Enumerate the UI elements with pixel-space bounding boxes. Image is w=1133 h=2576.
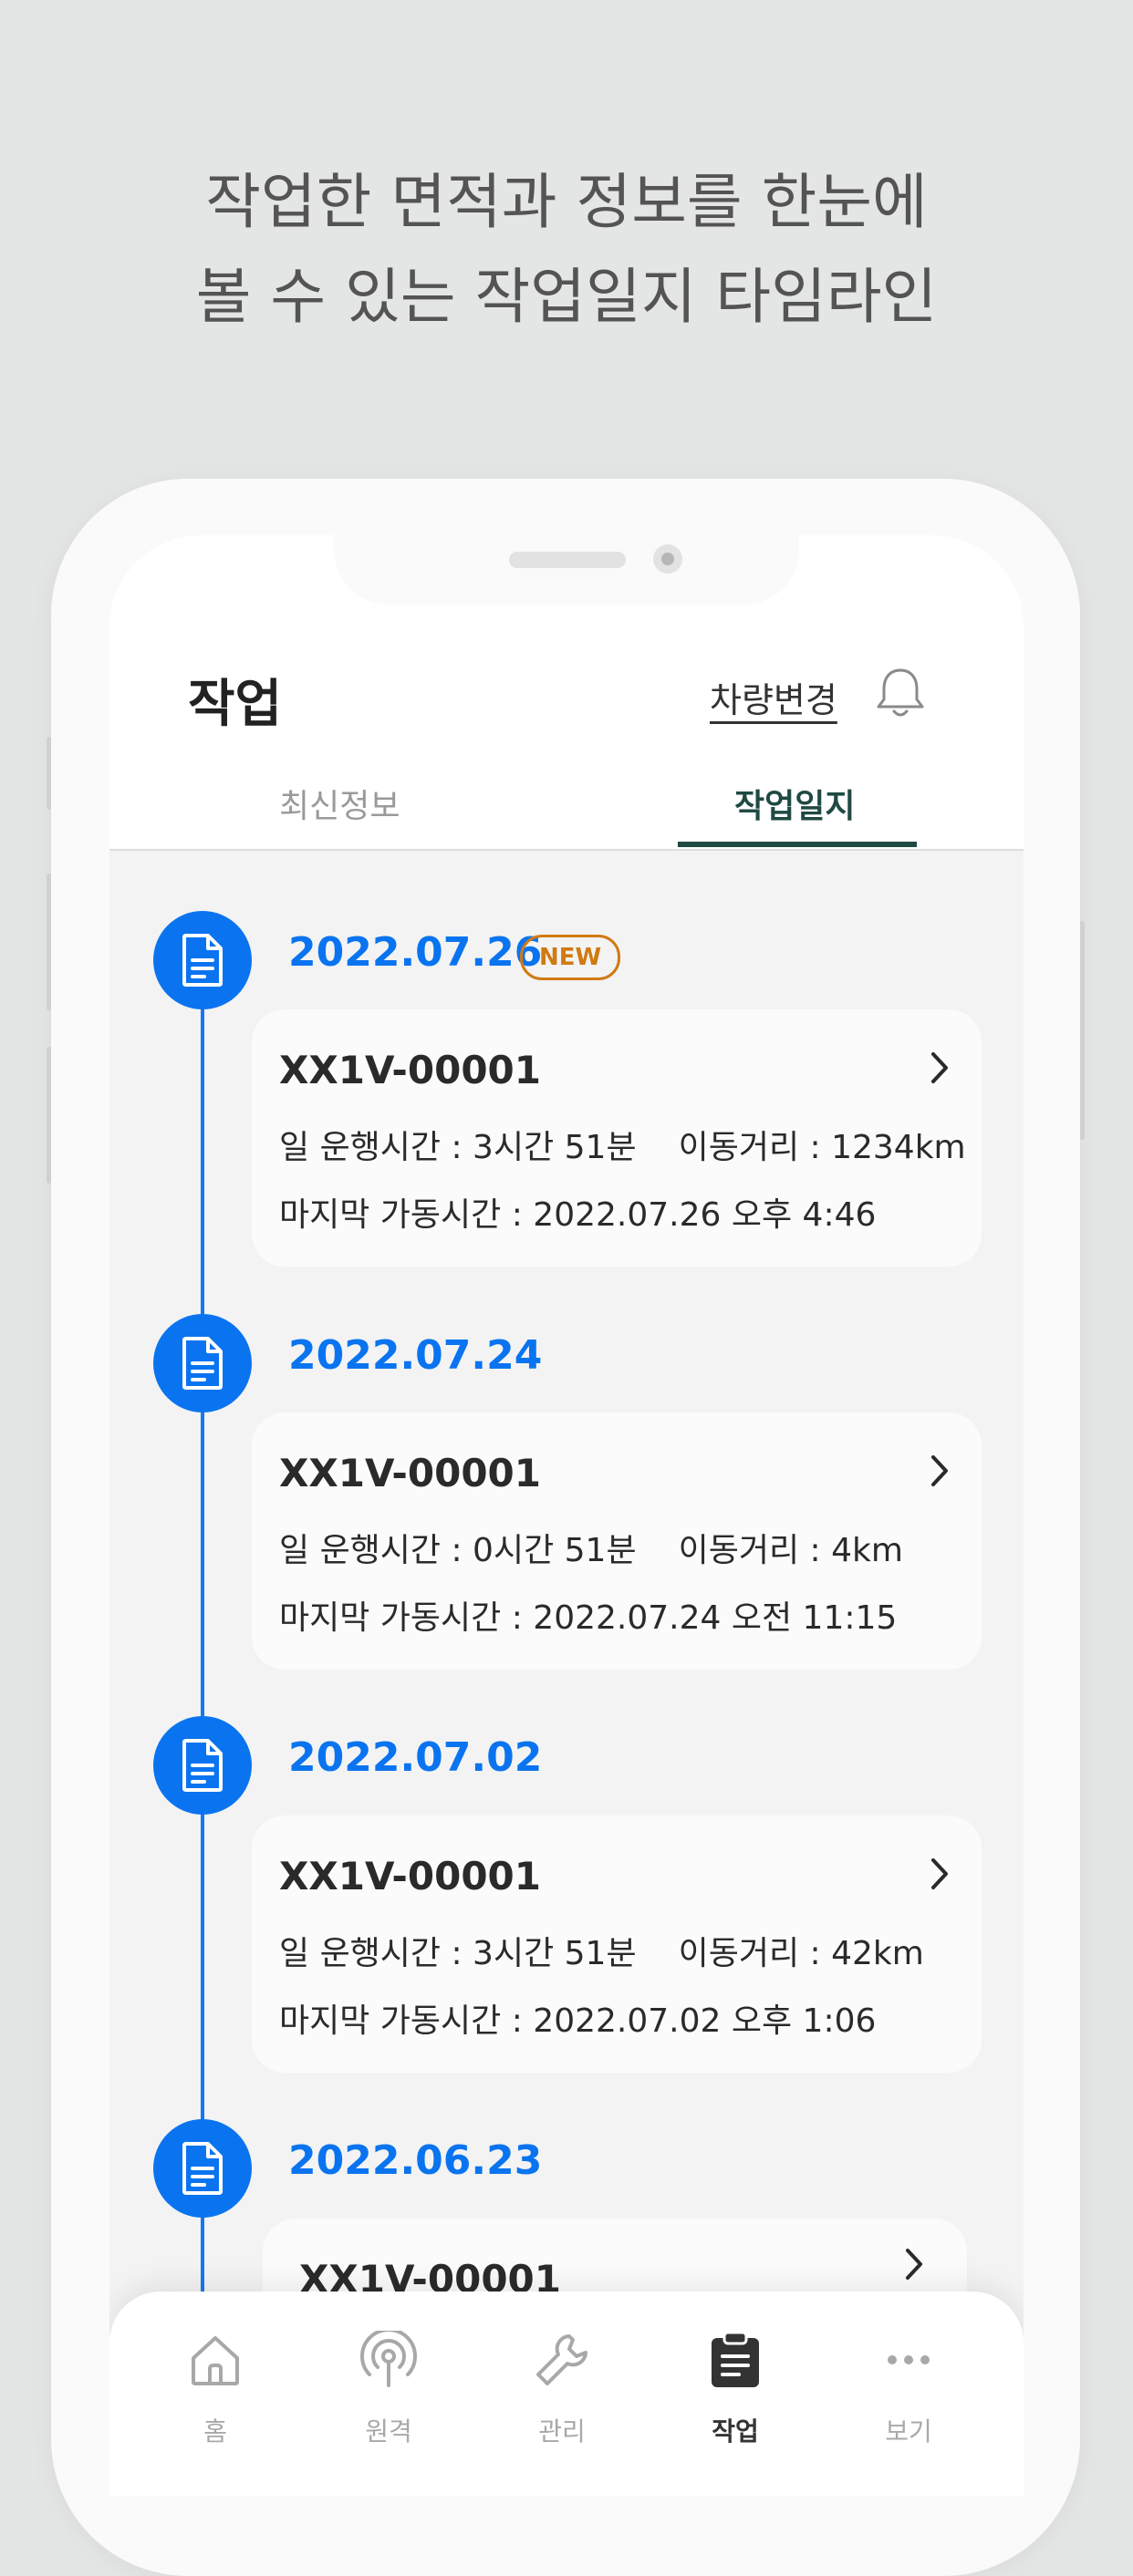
document-icon — [153, 2119, 252, 2218]
document-icon — [153, 911, 252, 1009]
vehicle-id: XX1V-00001 — [279, 1048, 541, 1092]
card-stats-row: 일 운행시간 : 3시간 51분 이동거리 : 1234km — [279, 1121, 966, 1168]
tab-latest-info[interactable]: 최신정보 — [279, 780, 400, 827]
active-tab-indicator — [678, 842, 917, 847]
nav-home[interactable]: 홈 — [129, 2328, 302, 2448]
nav-remote[interactable]: 원격 — [302, 2328, 475, 2448]
nav-more[interactable]: 보기 — [822, 2328, 995, 2448]
tab-work-log[interactable]: 작업일지 — [734, 780, 855, 827]
front-camera — [653, 544, 682, 574]
bottom-navigation: 홈 원격 관리 작업 보기 — [109, 2292, 1024, 2496]
app-header: 작업 차량변경 최신정보 작업일지 — [109, 535, 1024, 851]
vehicle-id: XX1V-00001 — [279, 1451, 541, 1495]
chevron-right-icon — [927, 1856, 952, 1896]
last-operation-time: 마지막 가동시간 : 2022.07.02 오후 1:06 — [279, 2002, 877, 2040]
timeline-date: 2022.07.24 — [288, 1332, 543, 1379]
vehicle-id: XX1V-00001 — [279, 1854, 541, 1898]
work-log-card[interactable]: XX1V-00001 일 운행시간 : 3시간 51분 이동거리 : 1234km… — [252, 1009, 982, 1267]
headline-line-1: 작업한 면적과 정보를 한눈에 — [205, 167, 928, 237]
timeline-date: 2022.06.23 — [288, 2137, 543, 2184]
document-icon — [153, 1716, 252, 1815]
promo-headline: 작업한 면적과 정보를 한눈에 볼 수 있는 작업일지 타임라인 — [0, 155, 1133, 345]
wrench-icon — [475, 2328, 649, 2392]
timeline-date: 2022.07.26 — [288, 929, 543, 976]
travel-distance: 이동거리 : 1234km — [678, 1129, 966, 1166]
page-title: 작업 — [188, 675, 283, 734]
phone-notch — [334, 535, 799, 605]
nav-label: 관리 — [538, 2416, 586, 2447]
travel-distance: 이동거리 : 4km — [678, 1532, 903, 1569]
chevron-right-icon — [927, 1050, 952, 1090]
card-stats-row: 일 운행시간 : 3시간 51분 이동거리 : 42km — [279, 1927, 924, 1974]
change-vehicle-link[interactable]: 차량변경 — [710, 672, 837, 722]
operating-time: 일 운행시간 : 3시간 51분 — [279, 1129, 637, 1166]
last-operation-time: 마지막 가동시간 : 2022.07.26 오후 4:46 — [279, 1196, 877, 1234]
nav-label: 홈 — [203, 2416, 227, 2447]
nav-label: 원격 — [365, 2416, 412, 2447]
chevron-right-icon — [901, 2246, 927, 2286]
nav-label: 작업 — [712, 2416, 759, 2447]
nav-label: 보기 — [885, 2416, 932, 2447]
home-icon — [129, 2328, 302, 2392]
document-icon — [153, 1314, 252, 1412]
last-operation-time: 마지막 가동시간 : 2022.07.24 오전 11:15 — [279, 1599, 898, 1637]
operating-time: 일 운행시간 : 3시간 51분 — [279, 1935, 637, 1972]
new-badge: NEW — [520, 935, 621, 980]
timeline-date: 2022.07.02 — [288, 1734, 543, 1781]
speaker-grille — [509, 552, 626, 568]
headline-line-2: 볼 수 있는 작업일지 타임라인 — [195, 262, 938, 332]
chevron-right-icon — [927, 1453, 952, 1493]
card-stats-row: 일 운행시간 : 0시간 51분 이동거리 : 4km — [279, 1524, 903, 1571]
more-icon — [822, 2328, 995, 2392]
travel-distance: 이동거리 : 42km — [678, 1935, 924, 1972]
remote-signal-icon — [302, 2328, 475, 2392]
work-log-card[interactable]: XX1V-00001 일 운행시간 : 3시간 51분 이동거리 : 42km 마… — [252, 1816, 982, 2073]
app-screen: 작업 차량변경 최신정보 작업일지 2022.07.26 NEW XX1V-00… — [109, 535, 1024, 2496]
bell-icon[interactable] — [872, 665, 929, 721]
operating-time: 일 운행시간 : 0시간 51분 — [279, 1532, 637, 1569]
nav-manage[interactable]: 관리 — [475, 2328, 649, 2448]
nav-work[interactable]: 작업 — [649, 2328, 822, 2448]
clipboard-icon — [649, 2328, 822, 2392]
work-log-card[interactable]: XX1V-00001 일 운행시간 : 0시간 51분 이동거리 : 4km 마지… — [252, 1412, 982, 1670]
